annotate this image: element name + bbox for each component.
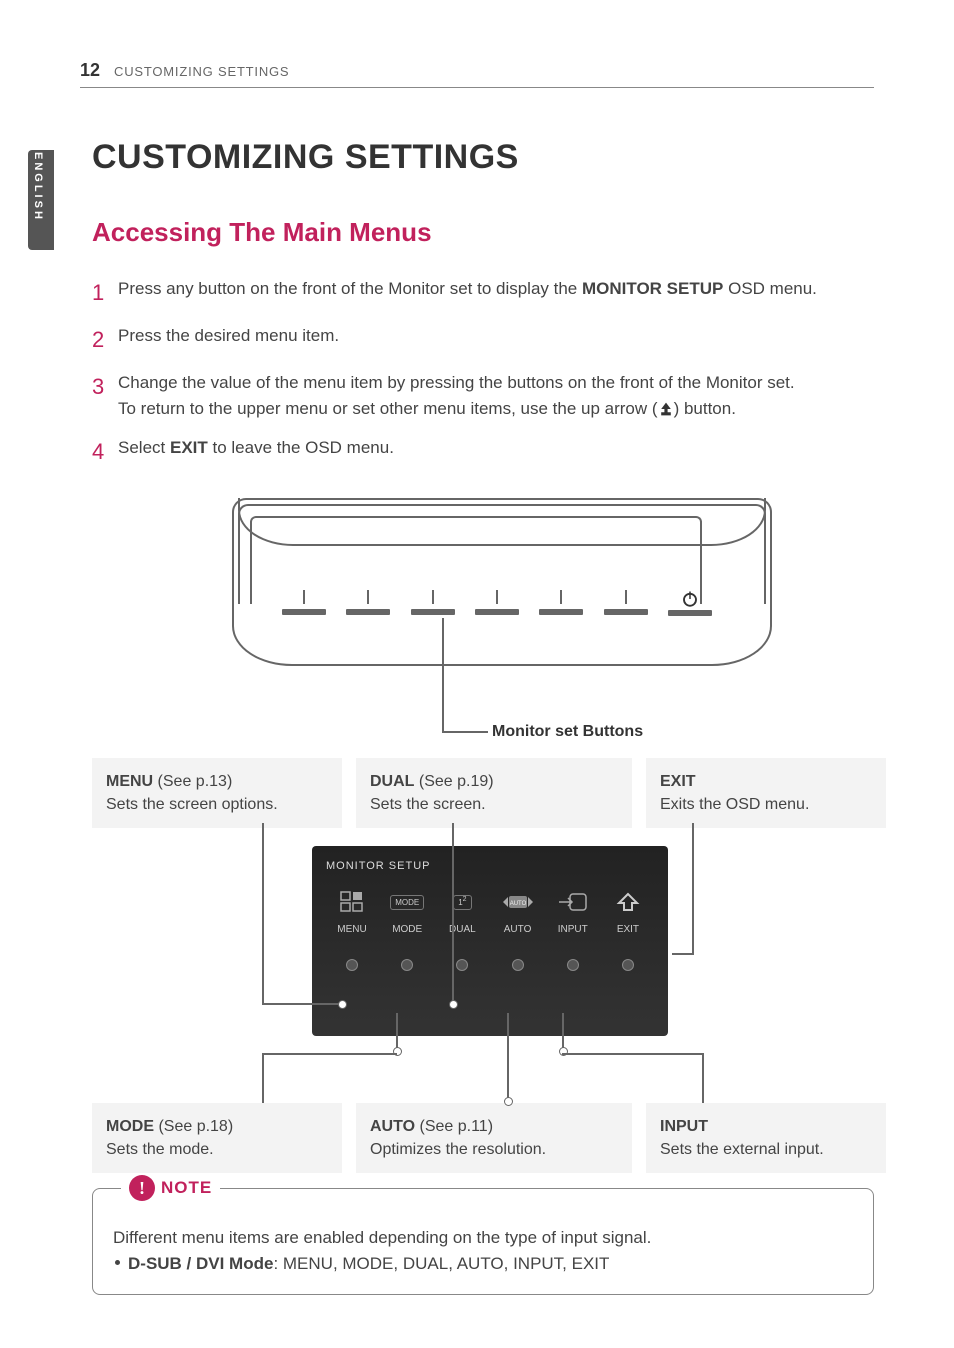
- exit-icon: [604, 888, 652, 916]
- osd-dots-row: [326, 959, 654, 971]
- monitor-front-illustration: [232, 498, 772, 668]
- step-number: 2: [92, 323, 118, 356]
- desc-input: INPUT Sets the external input.: [646, 1103, 886, 1173]
- step-3: 3 Change the value of the menu item by p…: [92, 370, 874, 421]
- page-number: 12: [80, 60, 100, 81]
- section-title: Accessing The Main Menus: [92, 217, 874, 248]
- osd-panel: MONITOR SETUP MODE 12 AUTO MENU MODE DUA…: [312, 846, 668, 1036]
- up-arrow-icon: [658, 401, 674, 417]
- note-bullet: D-SUB / DVI Mode: MENU, MODE, DUAL, AUTO…: [113, 1251, 853, 1277]
- osd-title: MONITOR SETUP: [326, 860, 654, 872]
- steps-list: 1 Press any button on the front of the M…: [92, 276, 874, 468]
- note-icon: !: [129, 1175, 155, 1201]
- desc-auto: AUTO (See p.11) Optimizes the resolution…: [356, 1103, 632, 1173]
- osd-label: MODE: [383, 924, 431, 935]
- desc-menu: MENU (See p.13) Sets the screen options.: [92, 758, 342, 828]
- osd-labels-row: MENU MODE DUAL AUTO INPUT EXIT: [326, 924, 654, 935]
- note-line: Different menu items are enabled dependi…: [113, 1225, 853, 1251]
- osd-label: DUAL: [438, 924, 486, 935]
- note-box: ! NOTE Different menu items are enabled …: [92, 1188, 874, 1295]
- desc-exit: EXIT Exits the OSD menu.: [646, 758, 886, 828]
- step-text: Change the value of the menu item by pre…: [118, 370, 874, 421]
- input-icon: [549, 888, 597, 916]
- dual-icon: 12: [438, 888, 486, 916]
- step-2: 2 Press the desired menu item.: [92, 323, 874, 356]
- step-number: 4: [92, 435, 118, 468]
- osd-label: AUTO: [494, 924, 542, 935]
- step-text: Press the desired menu item.: [118, 323, 874, 349]
- osd-label: EXIT: [604, 924, 652, 935]
- osd-dot: [456, 959, 468, 971]
- language-tab-label: ENGLISH: [32, 152, 44, 222]
- osd-icons-row: MODE 12 AUTO: [326, 888, 654, 916]
- auto-icon: AUTO: [494, 888, 542, 916]
- osd-dot: [567, 959, 579, 971]
- osd-dot: [401, 959, 413, 971]
- step-text: Press any button on the front of the Mon…: [118, 276, 874, 302]
- menu-icon: [328, 888, 376, 916]
- svg-text:AUTO: AUTO: [509, 901, 526, 907]
- step-text: Select EXIT to leave the OSD menu.: [118, 435, 874, 461]
- osd-label: MENU: [328, 924, 376, 935]
- osd-dot: [346, 959, 358, 971]
- page-header: 12 CUSTOMIZING SETTINGS: [80, 60, 874, 88]
- running-title: CUSTOMIZING SETTINGS: [114, 64, 289, 79]
- bullet-icon: [115, 1260, 120, 1265]
- note-label: NOTE: [161, 1175, 212, 1201]
- buttons-caption: Monitor set Buttons: [492, 723, 643, 741]
- step-4: 4 Select EXIT to leave the OSD menu.: [92, 435, 874, 468]
- desc-mode: MODE (See p.18) Sets the mode.: [92, 1103, 342, 1173]
- step-number: 3: [92, 370, 118, 403]
- step-1: 1 Press any button on the front of the M…: [92, 276, 874, 309]
- osd-dot: [622, 959, 634, 971]
- step-number: 1: [92, 276, 118, 309]
- mode-icon: MODE: [383, 888, 431, 916]
- power-icon: [681, 590, 699, 608]
- page-title: CUSTOMIZING SETTINGS: [92, 138, 874, 177]
- osd-label: INPUT: [549, 924, 597, 935]
- desc-dual: DUAL (See p.19) Sets the screen.: [356, 758, 632, 828]
- diagram: Monitor set Buttons MENU (See p.13) Sets…: [92, 498, 874, 1168]
- osd-dot: [512, 959, 524, 971]
- note-tab: ! NOTE: [121, 1175, 220, 1201]
